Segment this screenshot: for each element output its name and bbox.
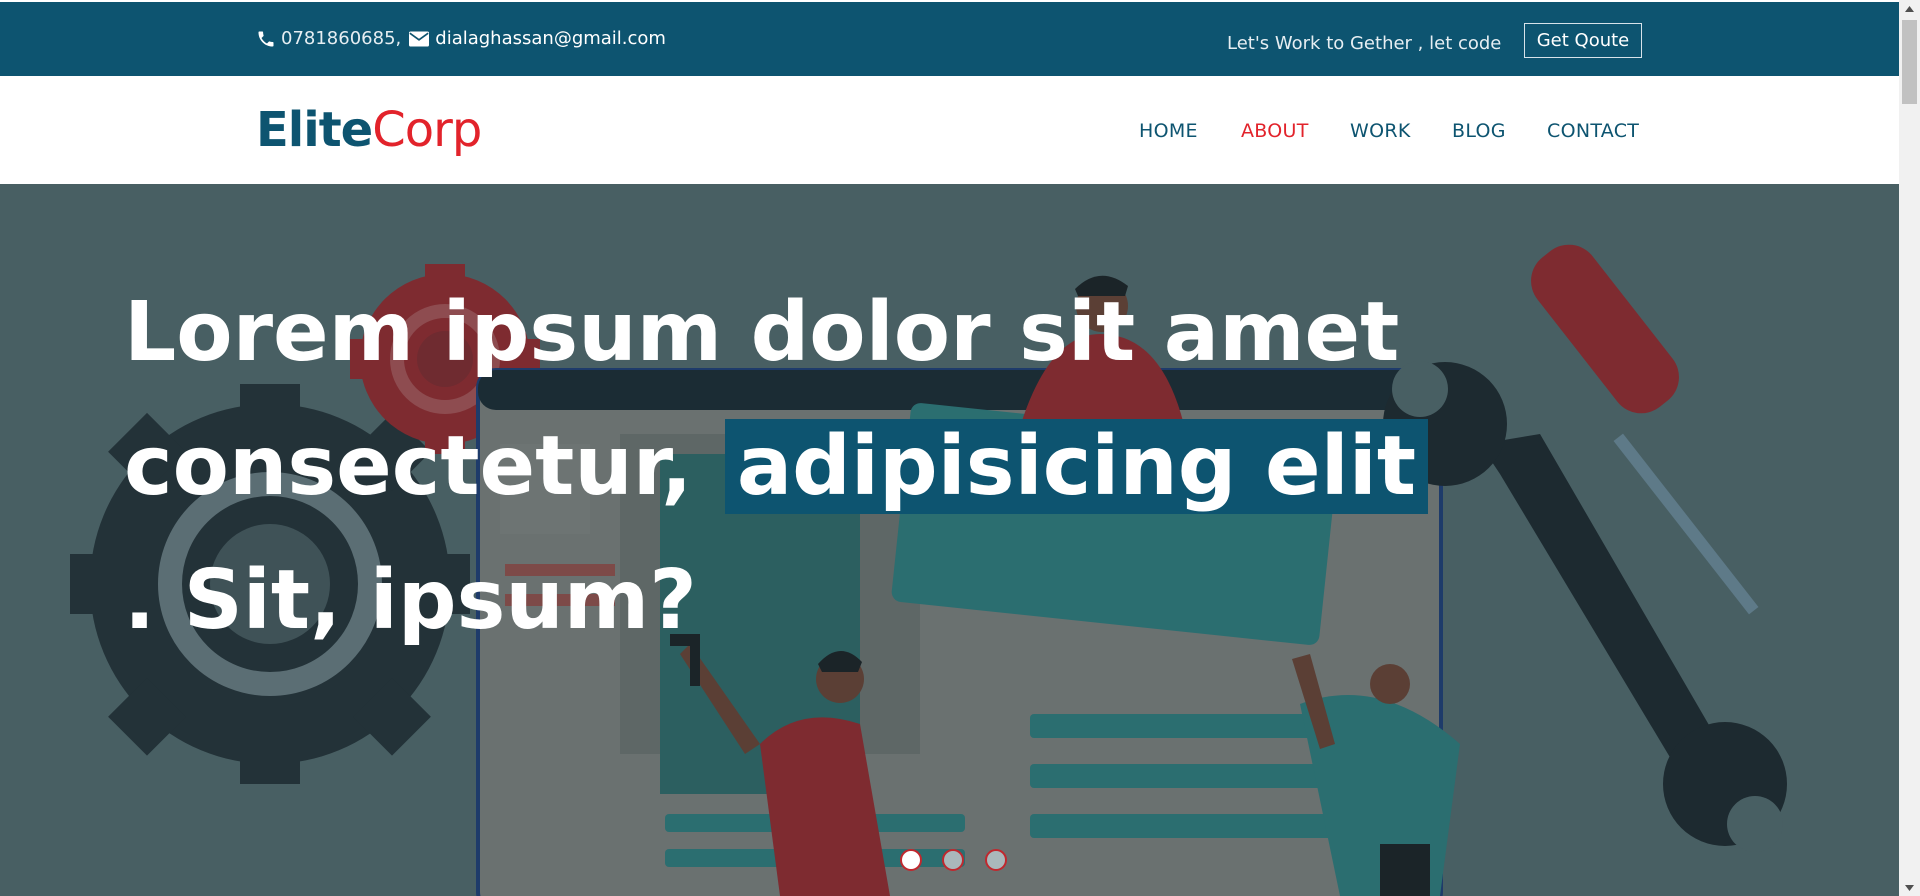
scroll-up-arrow-icon[interactable] bbox=[1899, 0, 1920, 17]
main-navbar: EliteCorp HOME ABOUT WORK BLOG CONTACT bbox=[0, 76, 1899, 184]
nav-blog[interactable]: BLOG bbox=[1452, 120, 1506, 142]
scrollbar-thumb[interactable] bbox=[1902, 20, 1917, 104]
logo-part-elite: Elite bbox=[256, 102, 373, 158]
hero-heading-plain: consectetur, bbox=[124, 419, 693, 514]
hero-heading-highlight: adipisicing elit bbox=[724, 419, 1429, 514]
hero-slider: Lorem ipsum dolor sit amet consectetur, … bbox=[0, 184, 1899, 896]
nav-about[interactable]: ABOUT bbox=[1241, 120, 1309, 142]
vertical-scrollbar[interactable] bbox=[1899, 0, 1920, 896]
brand-logo[interactable]: EliteCorp bbox=[256, 102, 482, 158]
logo-part-corp: Corp bbox=[372, 102, 482, 158]
tagline: Let's Work to Gether , let code bbox=[1227, 33, 1502, 54]
phone-number: 0781860685 bbox=[281, 28, 396, 49]
nav-work[interactable]: WORK bbox=[1350, 120, 1411, 142]
hero-heading-line-2: consectetur, adipisicing elit bbox=[124, 417, 1429, 517]
hero-heading-line-3: . Sit, ipsum? bbox=[124, 553, 697, 648]
contact-info: 0781860685, dialaghassan@gmail.com bbox=[256, 28, 666, 49]
contact-separator: , bbox=[395, 28, 402, 49]
slide-dot-2[interactable] bbox=[942, 849, 964, 871]
top-bar: 0781860685, dialaghassan@gmail.com Let's… bbox=[0, 2, 1899, 76]
phone-icon bbox=[256, 29, 276, 49]
scroll-down-arrow-icon[interactable] bbox=[1899, 879, 1920, 896]
email-address[interactable]: dialaghassan@gmail.com bbox=[435, 28, 666, 49]
get-quote-button[interactable]: Get Qoute bbox=[1524, 23, 1642, 58]
envelope-icon bbox=[409, 31, 430, 47]
nav-home[interactable]: HOME bbox=[1139, 120, 1198, 142]
slide-dot-3[interactable] bbox=[985, 849, 1007, 871]
nav-contact[interactable]: CONTACT bbox=[1547, 120, 1639, 142]
hero-heading-line-1: Lorem ipsum dolor sit amet bbox=[124, 285, 1400, 380]
slide-dot-1[interactable] bbox=[900, 849, 922, 871]
